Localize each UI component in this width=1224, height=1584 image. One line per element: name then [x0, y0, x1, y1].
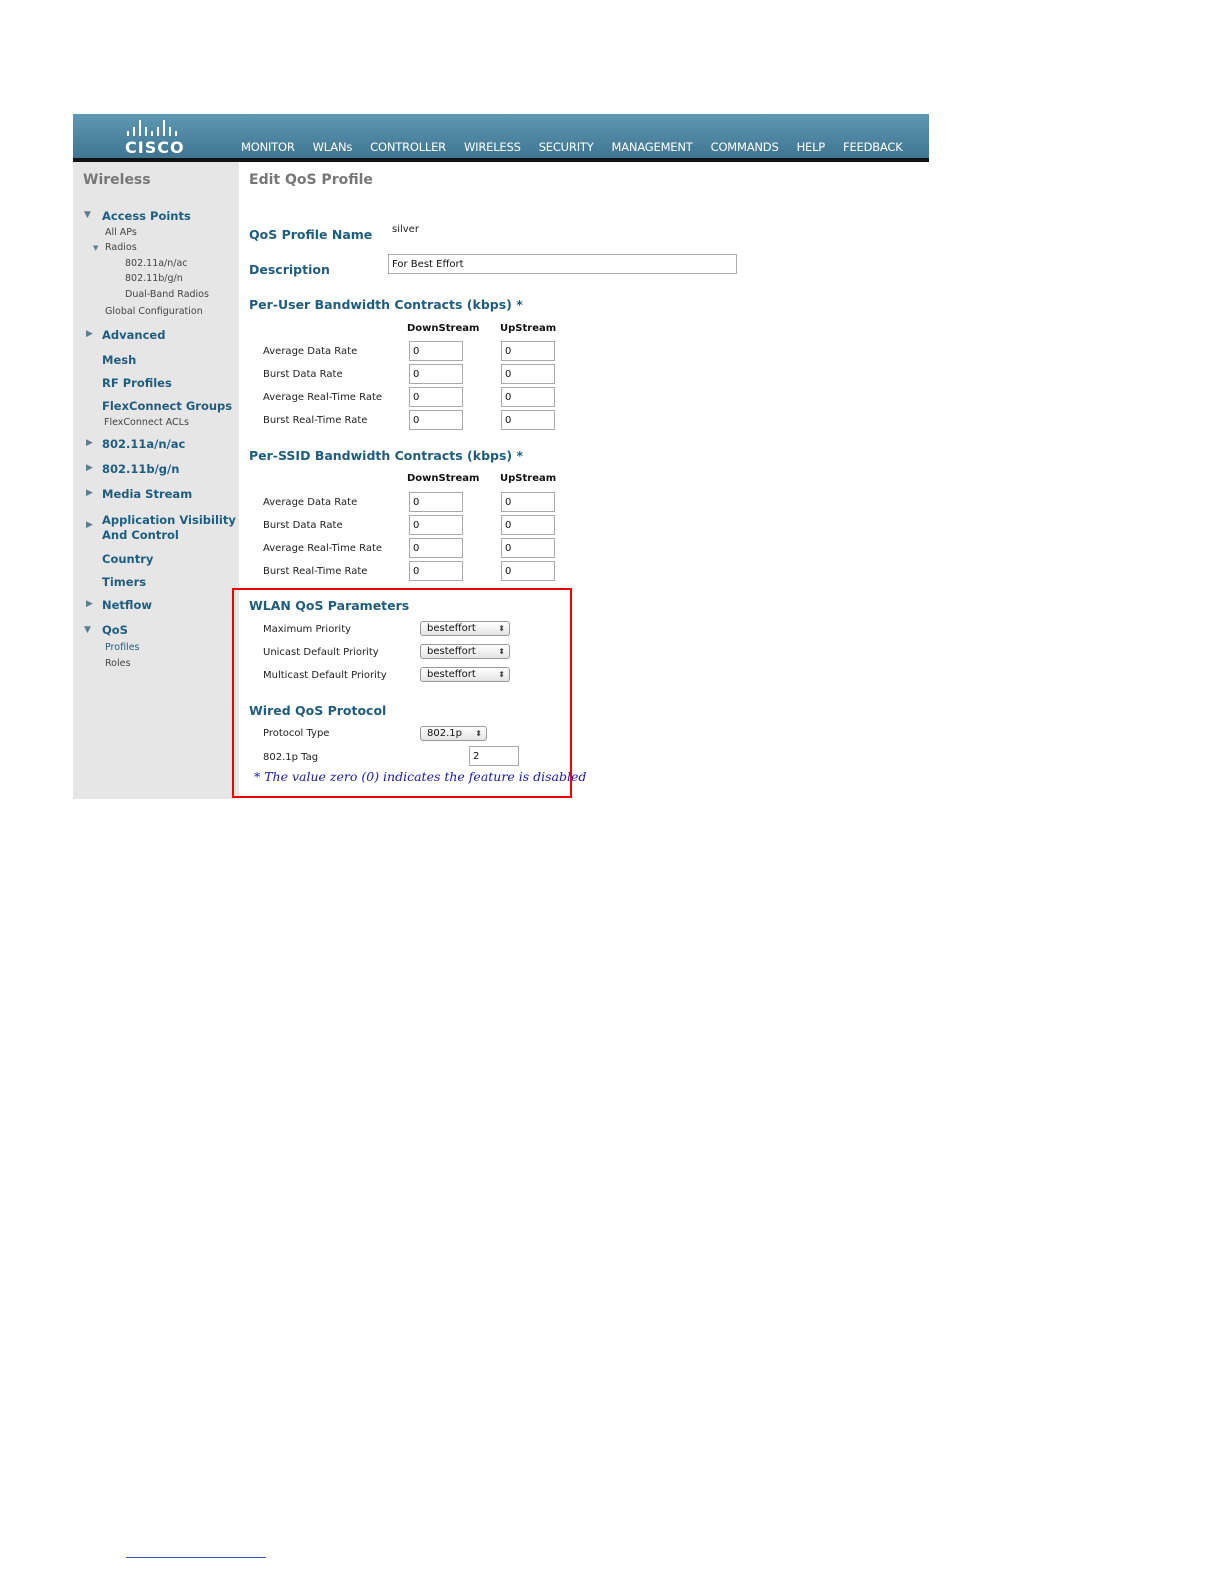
sidebar-item-country[interactable]: Country — [102, 552, 153, 566]
per-user-avg-rt-up-input[interactable]: 0 — [501, 387, 555, 407]
sidebar-item-profiles[interactable]: Profiles — [105, 642, 140, 653]
description-label: Description — [249, 262, 330, 277]
per-ssid-avg-rt-down-input[interactable]: 0 — [409, 538, 463, 558]
sidebar-item-flexconnect-groups[interactable]: FlexConnect Groups — [102, 399, 232, 413]
per-ssid-burst-rt-label: Burst Real-Time Rate — [263, 566, 368, 577]
footnote-rule — [126, 1557, 266, 1558]
per-user-burst-data-up-input[interactable]: 0 — [501, 364, 555, 384]
sidebar: Wireless ▼ Access Points All APs ▼ Radio… — [73, 162, 239, 799]
cisco-logo: CISCO — [125, 120, 191, 157]
profile-name-value: silver — [392, 224, 419, 235]
per-user-upstream-header: UpStream — [500, 323, 557, 334]
per-ssid-title: Per-SSID Bandwidth Contracts (kbps) * — [249, 448, 524, 463]
sidebar-item-80211a[interactable]: 802.11a/n/ac — [102, 437, 185, 451]
sidebar-item-radios[interactable]: Radios — [105, 242, 137, 253]
per-user-avg-rt-label: Average Real-Time Rate — [263, 392, 383, 403]
per-user-burst-data-down-input[interactable]: 0 — [409, 364, 463, 384]
nav-management[interactable]: MANAGEMENT — [612, 140, 693, 154]
per-user-avg-data-label: Average Data Rate — [263, 346, 358, 357]
per-user-avg-rt-down-input[interactable]: 0 — [409, 387, 463, 407]
per-user-avg-data-up-input[interactable]: 0 — [501, 341, 555, 361]
page-title: Edit QoS Profile — [249, 172, 373, 188]
per-user-burst-rt-down-input[interactable]: 0 — [409, 410, 463, 430]
sidebar-item-qos[interactable]: QoS — [102, 623, 128, 637]
expanded-triangle-icon[interactable]: ▼ — [93, 244, 98, 252]
per-user-burst-data-label: Burst Data Rate — [263, 369, 343, 380]
nav-feedback[interactable]: FEEDBACK — [843, 140, 903, 154]
sidebar-item-advanced[interactable]: Advanced — [102, 328, 165, 342]
nav-commands[interactable]: COMMANDS — [711, 140, 779, 154]
per-ssid-burst-rt-down-input[interactable]: 0 — [409, 561, 463, 581]
sidebar-item-media-stream[interactable]: Media Stream — [102, 487, 192, 501]
per-ssid-avg-data-label: Average Data Rate — [263, 497, 358, 508]
main-nav: MONITOR WLANs CONTROLLER WIRELESS SECURI… — [241, 140, 921, 164]
sidebar-item-radio-a[interactable]: 802.11a/n/ac — [125, 258, 188, 269]
sidebar-item-access-points[interactable]: Access Points — [102, 209, 191, 223]
highlight-box — [232, 588, 572, 798]
profile-name-label: QoS Profile Name — [249, 227, 373, 242]
nav-controller[interactable]: CONTROLLER — [370, 140, 446, 154]
sidebar-item-dual-band[interactable]: Dual-Band Radios — [125, 289, 209, 300]
collapsed-triangle-icon[interactable]: ▶ — [86, 520, 93, 530]
collapsed-triangle-icon[interactable]: ▶ — [86, 463, 93, 473]
per-ssid-burst-data-up-input[interactable]: 0 — [501, 515, 555, 535]
collapsed-triangle-icon[interactable]: ▶ — [86, 599, 93, 609]
nav-monitor[interactable]: MONITOR — [241, 140, 295, 154]
sidebar-title: Wireless — [83, 172, 151, 188]
sidebar-item-timers[interactable]: Timers — [102, 575, 146, 589]
nav-help[interactable]: HELP — [797, 140, 826, 154]
sidebar-item-flexconnect-acls[interactable]: FlexConnect ACLs — [104, 417, 189, 428]
per-ssid-avg-rt-label: Average Real-Time Rate — [263, 543, 383, 554]
per-user-avg-data-down-input[interactable]: 0 — [409, 341, 463, 361]
sidebar-item-global-config[interactable]: Global Configuration — [105, 306, 203, 317]
per-ssid-avg-data-down-input[interactable]: 0 — [409, 492, 463, 512]
sidebar-item-avc-line2[interactable]: And Control — [102, 528, 179, 542]
description-field[interactable]: For Best Effort — [388, 254, 737, 274]
expanded-triangle-icon[interactable]: ▼ — [84, 210, 91, 220]
expanded-triangle-icon[interactable]: ▼ — [84, 625, 91, 635]
per-user-downstream-header: DownStream — [407, 323, 480, 334]
per-ssid-burst-data-down-input[interactable]: 0 — [409, 515, 463, 535]
sidebar-item-80211b[interactable]: 802.11b/g/n — [102, 462, 179, 476]
sidebar-item-rf-profiles[interactable]: RF Profiles — [102, 376, 172, 390]
sidebar-item-roles[interactable]: Roles — [105, 658, 130, 669]
per-ssid-avg-rt-up-input[interactable]: 0 — [501, 538, 555, 558]
nav-wireless[interactable]: WIRELESS — [455, 140, 530, 164]
logo-text: CISCO — [125, 138, 185, 157]
per-ssid-upstream-header: UpStream — [500, 473, 557, 484]
sidebar-item-radio-b[interactable]: 802.11b/g/n — [125, 273, 183, 284]
per-user-title: Per-User Bandwidth Contracts (kbps) * — [249, 297, 523, 312]
collapsed-triangle-icon[interactable]: ▶ — [86, 329, 93, 339]
per-ssid-avg-data-up-input[interactable]: 0 — [501, 492, 555, 512]
top-navigation-bar: CISCO MONITOR WLANs CONTROLLER WIRELESS … — [73, 114, 929, 164]
per-user-burst-rt-up-input[interactable]: 0 — [501, 410, 555, 430]
sidebar-item-netflow[interactable]: Netflow — [102, 598, 152, 612]
nav-wlans[interactable]: WLANs — [313, 140, 353, 154]
per-ssid-burst-data-label: Burst Data Rate — [263, 520, 343, 531]
per-ssid-downstream-header: DownStream — [407, 473, 480, 484]
sidebar-item-all-aps[interactable]: All APs — [105, 227, 137, 238]
sidebar-item-mesh[interactable]: Mesh — [102, 353, 136, 367]
per-ssid-burst-rt-up-input[interactable]: 0 — [501, 561, 555, 581]
per-user-burst-rt-label: Burst Real-Time Rate — [263, 415, 368, 426]
nav-security[interactable]: SECURITY — [539, 140, 594, 154]
collapsed-triangle-icon[interactable]: ▶ — [86, 488, 93, 498]
collapsed-triangle-icon[interactable]: ▶ — [86, 438, 93, 448]
sidebar-item-avc-line1[interactable]: Application Visibility — [102, 513, 236, 527]
